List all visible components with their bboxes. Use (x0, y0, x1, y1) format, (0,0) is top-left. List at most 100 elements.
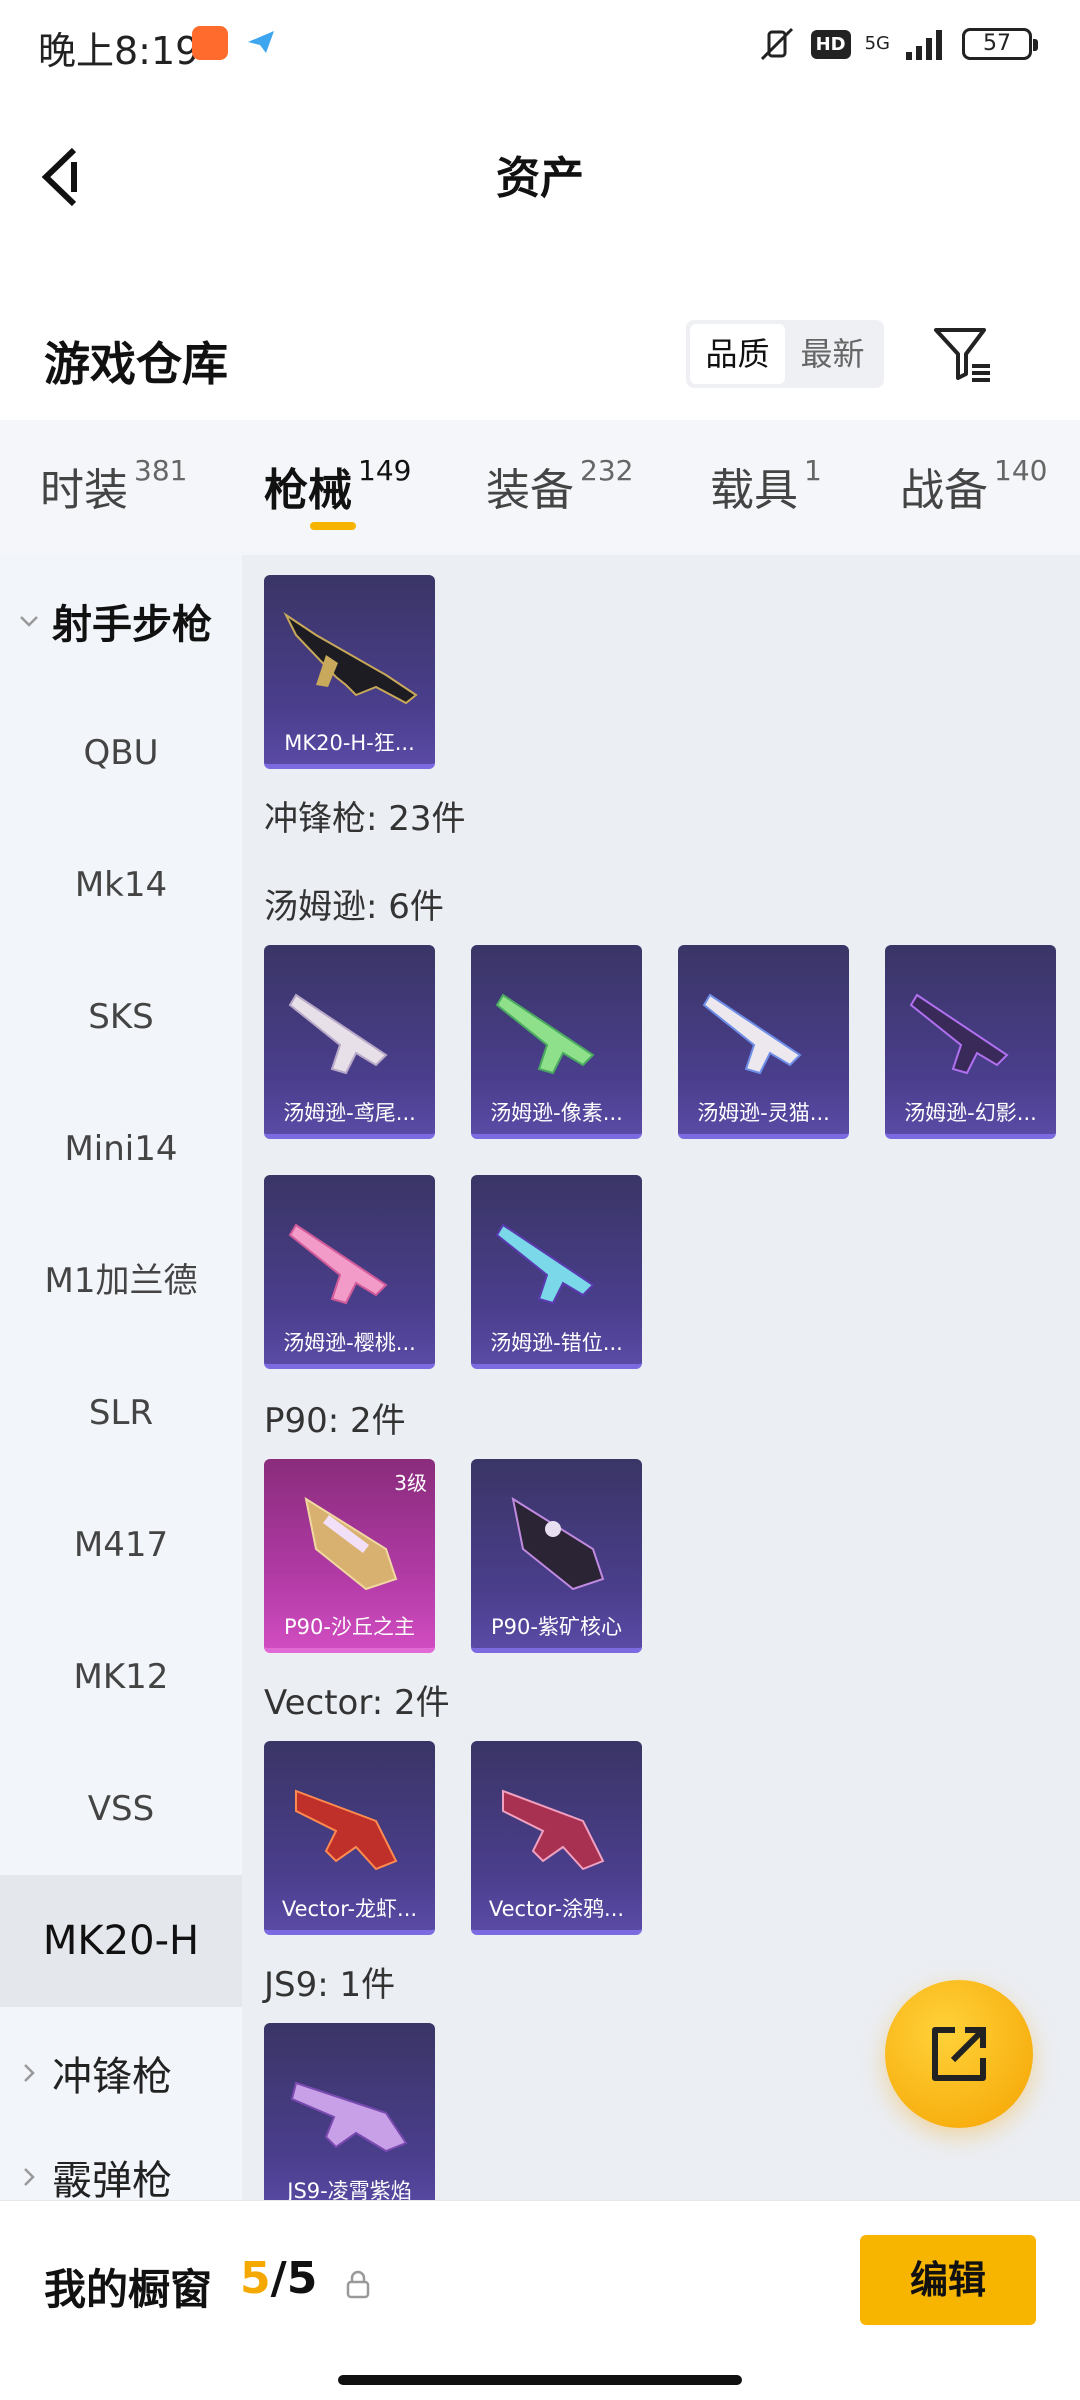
sidebar-item-sks[interactable]: SKS (0, 951, 242, 1083)
tab-tactical[interactable]: 战备 140 (900, 454, 1047, 518)
group-label: Vector: 2件 (264, 1683, 450, 1723)
sidebar-item-mini14[interactable]: Mini14 (0, 1083, 242, 1215)
mute-vibrate-icon (760, 27, 793, 61)
tab-label: 装备 (486, 465, 574, 516)
skin-name: JS9-凌霄紫焰 (287, 2179, 412, 2200)
skin-card[interactable]: Vector-龙虾... (264, 1741, 435, 1935)
sort-newest-button[interactable]: 最新 (785, 324, 880, 384)
chevron-down-icon (20, 616, 38, 627)
sidebar-item-mk20h[interactable]: MK20-H (0, 1875, 242, 2007)
filter-icon[interactable] (930, 322, 994, 386)
share-button[interactable] (885, 1980, 1033, 2128)
skin-name: P90-沙丘之主 (284, 1615, 415, 1639)
tab-guns[interactable]: 枪械 149 (264, 454, 411, 518)
sidebar-group-shotgun[interactable]: 霰弹枪 (0, 2111, 242, 2200)
smg-skin-image (288, 1223, 388, 1305)
hd-badge: HD (810, 29, 851, 59)
skin-name: 汤姆逊-灵猫... (697, 1101, 830, 1125)
sidebar-item-vss[interactable]: VSS (0, 1743, 242, 1875)
status-time: 晚上8:19 (38, 29, 200, 73)
skin-name: 汤姆逊-樱桃... (283, 1331, 416, 1355)
sort-toggle: 品质 最新 (686, 320, 884, 388)
skin-card[interactable]: 汤姆逊-樱桃... (264, 1175, 435, 1369)
tab-count: 381 (134, 454, 188, 487)
home-indicator[interactable] (338, 2375, 742, 2385)
skin-card[interactable]: 3级 P90-沙丘之主 (264, 1459, 435, 1653)
smg-skin-image (909, 993, 1009, 1075)
showcase-current: 5 (240, 2253, 271, 2304)
battery-icon: 57 (962, 28, 1038, 60)
skin-card[interactable]: P90-紫矿核心 (471, 1459, 642, 1653)
sidebar-item-mk12[interactable]: MK12 (0, 1611, 242, 1743)
showcase-bar: 我的橱窗 5/5 编辑 (0, 2200, 1080, 2400)
lock-icon (346, 2270, 370, 2299)
skin-card[interactable]: MK20-H-狂... (264, 575, 435, 769)
skin-card[interactable]: Vector-涂鸦... (471, 1741, 642, 1935)
skin-grid: MK20-H-狂... 冲锋枪: 23件 汤姆逊: 6件 汤姆逊-鸢尾... 汤… (242, 555, 1080, 2200)
sort-quality-button[interactable]: 品质 (690, 324, 785, 384)
warehouse-header: 游戏仓库 品质 最新 (0, 300, 1080, 420)
vector-skin-image (295, 1789, 398, 1871)
skin-card[interactable]: 汤姆逊-错位... (471, 1175, 642, 1369)
signal-icon (906, 30, 942, 60)
skin-name: 汤姆逊-错位... (490, 1331, 623, 1355)
paper-plane-icon (248, 31, 274, 53)
top-nav-bar: 资产 (0, 90, 1080, 250)
sidebar-group-label: 冲锋枪 (52, 2054, 172, 2100)
notification-app-icon (192, 26, 228, 60)
sidebar-item-mk14[interactable]: Mk14 (0, 819, 242, 951)
skin-name: 汤姆逊-像素... (490, 1101, 623, 1125)
network-type: 5G (864, 33, 890, 54)
tab-count: 140 (994, 454, 1048, 487)
skin-name: 汤姆逊-幻影... (904, 1101, 1037, 1125)
tab-equipment[interactable]: 装备 232 (486, 454, 633, 518)
sidebar-item-m1-garand[interactable]: M1加兰德 (0, 1215, 242, 1347)
skin-name: Vector-涂鸦... (488, 1897, 625, 1921)
js9-skin-image (290, 2081, 408, 2153)
sidebar-item-m417[interactable]: M417 (0, 1479, 242, 1611)
sidebar-item-slr[interactable]: SLR (0, 1347, 242, 1479)
edit-button[interactable]: 编辑 (860, 2235, 1036, 2325)
p90-skin-image (304, 1496, 398, 1591)
status-bar: 晚上8:19 HD 5G 57 (0, 0, 1080, 90)
tab-vehicles[interactable]: 载具 1 (710, 454, 822, 518)
group-label: P90: 2件 (264, 1401, 406, 1441)
group-label: JS9: 1件 (264, 1965, 396, 2005)
sidebar-group-marksman[interactable]: 射手步枪 (0, 555, 242, 687)
skin-card[interactable]: 汤姆逊-鸢尾... (264, 945, 435, 1139)
skin-card[interactable]: JS9-凌霄紫焰 (264, 2023, 435, 2200)
showcase-total: 5 (286, 2253, 318, 2304)
tab-label: 时装 (40, 465, 128, 516)
page-title: 资产 (496, 153, 584, 204)
sidebar-group-label: 射手步枪 (52, 602, 212, 648)
tab-count: 232 (580, 454, 634, 487)
sidebar-item-qbu[interactable]: QBU (0, 687, 242, 819)
active-tab-indicator (310, 522, 356, 530)
skin-card[interactable]: 汤姆逊-像素... (471, 945, 642, 1139)
tab-outfits[interactable]: 时装 381 (40, 454, 187, 518)
tab-label: 战备 (900, 465, 988, 516)
vector-skin-image (502, 1789, 605, 1871)
chevron-right-icon (24, 2064, 35, 2082)
showcase-separator: / (270, 2253, 287, 2304)
showcase-label: 我的橱窗 (44, 2265, 213, 2314)
smg-skin-image (495, 1223, 595, 1305)
skin-card[interactable]: 汤姆逊-灵猫... (678, 945, 849, 1139)
skin-name: P90-紫矿核心 (491, 1615, 622, 1639)
section-title: 游戏仓库 (44, 337, 228, 391)
tab-count: 1 (804, 454, 822, 487)
p90-skin-image (511, 1496, 605, 1591)
share-external-icon (932, 2027, 986, 2081)
group-label: 汤姆逊: 6件 (264, 887, 444, 927)
showcase-count: 5/5 (240, 2253, 317, 2304)
tab-label: 载具 (710, 465, 798, 516)
skin-card[interactable]: 汤姆逊-幻影... (885, 945, 1056, 1139)
smg-skin-image (495, 993, 595, 1075)
weapon-type-sidebar: 射手步枪 QBU Mk14 SKS Mini14 M1加兰德 SLR M417 … (0, 555, 242, 2200)
category-tabs: 时装 381 枪械 149 装备 232 载具 1 战备 140 (0, 420, 1080, 555)
sidebar-group-label: 霰弹枪 (52, 2158, 172, 2200)
smg-skin-image (288, 993, 388, 1075)
skin-name: MK20-H-狂... (284, 731, 415, 755)
skin-name: 汤姆逊-鸢尾... (283, 1101, 416, 1125)
rifle-skin-image (283, 612, 418, 705)
